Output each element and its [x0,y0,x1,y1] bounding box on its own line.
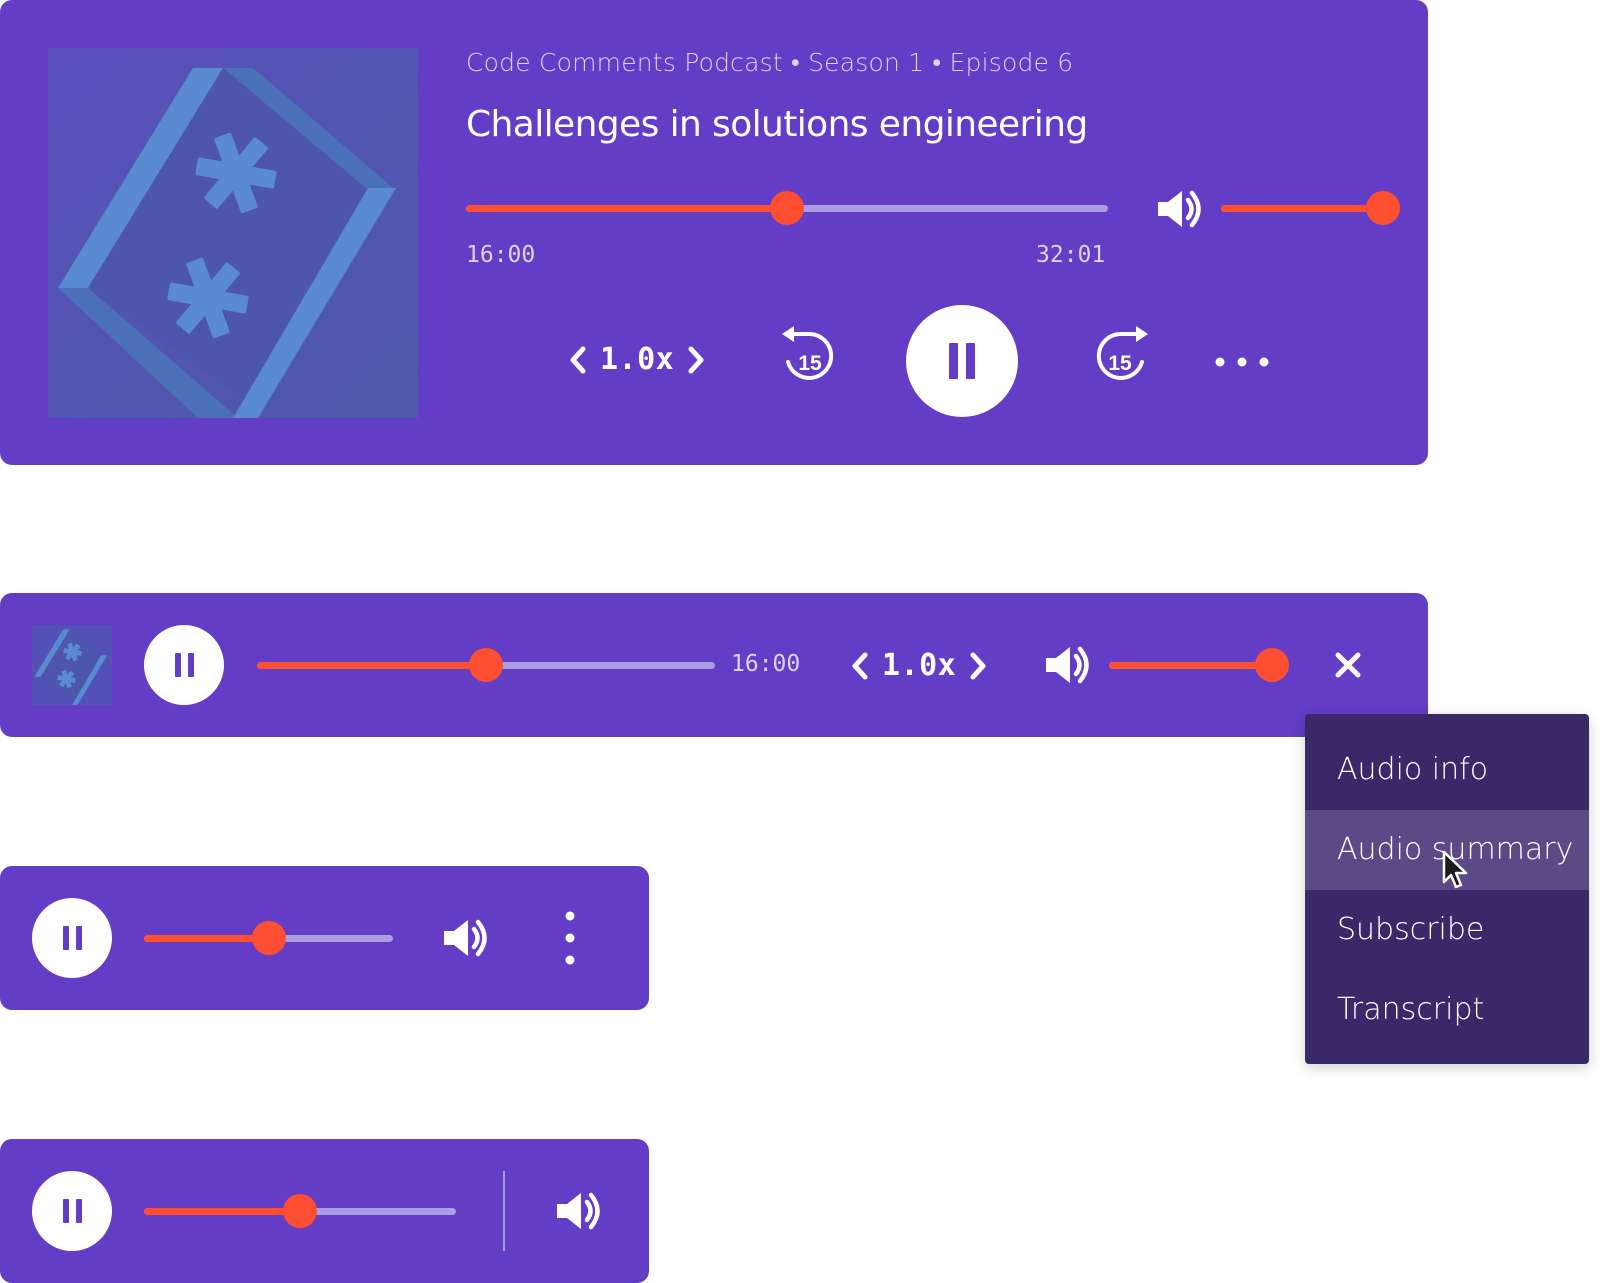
more-options-button[interactable] [1212,342,1272,382]
mini-player [0,866,649,1010]
forward-15-button[interactable]: 15 [1092,326,1154,388]
play-pause-button[interactable] [144,625,224,705]
podcast-artwork-thumbnail [32,625,112,705]
speed-increase-button[interactable] [686,345,706,375]
menu-item-transcript[interactable]: Transcript [1305,970,1589,1050]
elapsed-time: 16:00 [466,242,536,268]
volume-icon [444,919,487,957]
chevron-left-icon [852,652,868,679]
volume-button[interactable] [554,1188,604,1234]
speed-decrease-button[interactable] [850,651,870,681]
pause-icon [62,926,82,950]
volume-button[interactable] [441,915,491,961]
seek-fill [144,935,269,942]
volume-thumb[interactable] [1255,648,1289,682]
elapsed-time: 16:00 [731,651,801,677]
episode-title: Challenges in solutions engineering [466,104,1088,145]
more-options-button[interactable] [554,906,586,970]
rewind-15-icon: 15 [782,326,834,380]
seek-fill [466,205,787,212]
speed-decrease-button[interactable] [568,345,588,375]
play-pause-button[interactable] [32,898,112,978]
menu-item-subscribe[interactable]: Subscribe [1305,890,1589,970]
playback-speed-control: 1.0x [850,648,988,683]
volume-icon [1158,190,1201,228]
play-pause-button[interactable] [906,305,1018,417]
chevron-right-icon [688,346,704,373]
seek-slider[interactable] [466,191,1108,225]
seek-thumb[interactable] [283,1194,317,1228]
chevron-right-icon [970,652,986,679]
seek-fill [144,1208,300,1215]
close-button[interactable] [1331,648,1365,682]
volume-fill [1109,662,1272,669]
pause-icon [174,653,194,677]
volume-button[interactable] [1043,642,1093,688]
chevron-left-icon [570,346,586,373]
seek-thumb[interactable] [469,648,503,682]
play-pause-button[interactable] [32,1171,112,1251]
podcast-artwork [48,48,418,418]
compact-player: 16:00 1.0x [0,593,1428,737]
rewind-15-button[interactable]: 15 [776,326,838,388]
seek-fill [257,662,486,669]
speed-increase-button[interactable] [968,651,988,681]
seek-thumb[interactable] [770,191,804,225]
forward-seconds: 15 [1108,352,1132,375]
volume-slider[interactable] [1109,648,1289,682]
volume-icon [1046,646,1089,684]
volume-slider[interactable] [1221,191,1400,225]
rewind-seconds: 15 [798,352,822,375]
playback-speed-value: 1.0x [882,648,957,683]
forward-15-icon: 15 [1096,326,1148,380]
menu-item-audio-info[interactable]: Audio info [1305,730,1589,810]
volume-button[interactable] [1155,186,1205,232]
close-icon [1335,652,1361,678]
pointer-cursor-icon [1442,850,1468,889]
full-player: Code Comments Podcast • Season 1 • Episo… [0,0,1428,465]
seek-slider[interactable] [144,1194,456,1228]
more-horizontal-icon [1215,357,1269,367]
seek-slider[interactable] [144,921,393,955]
divider [503,1171,505,1251]
mini-player-with-divider [0,1139,649,1283]
episode-meta: Code Comments Podcast • Season 1 • Episo… [466,48,1074,77]
pause-icon [62,1199,82,1223]
total-duration: 32:01 [1036,242,1106,268]
seek-thumb[interactable] [251,921,286,955]
volume-icon [557,1192,600,1230]
more-vertical-icon [565,911,575,965]
pause-icon [949,343,975,379]
volume-fill [1221,205,1383,212]
seek-slider[interactable] [257,648,715,682]
playback-speed-control: 1.0x [568,342,706,377]
volume-thumb[interactable] [1366,191,1400,225]
playback-speed-value: 1.0x [600,342,675,377]
